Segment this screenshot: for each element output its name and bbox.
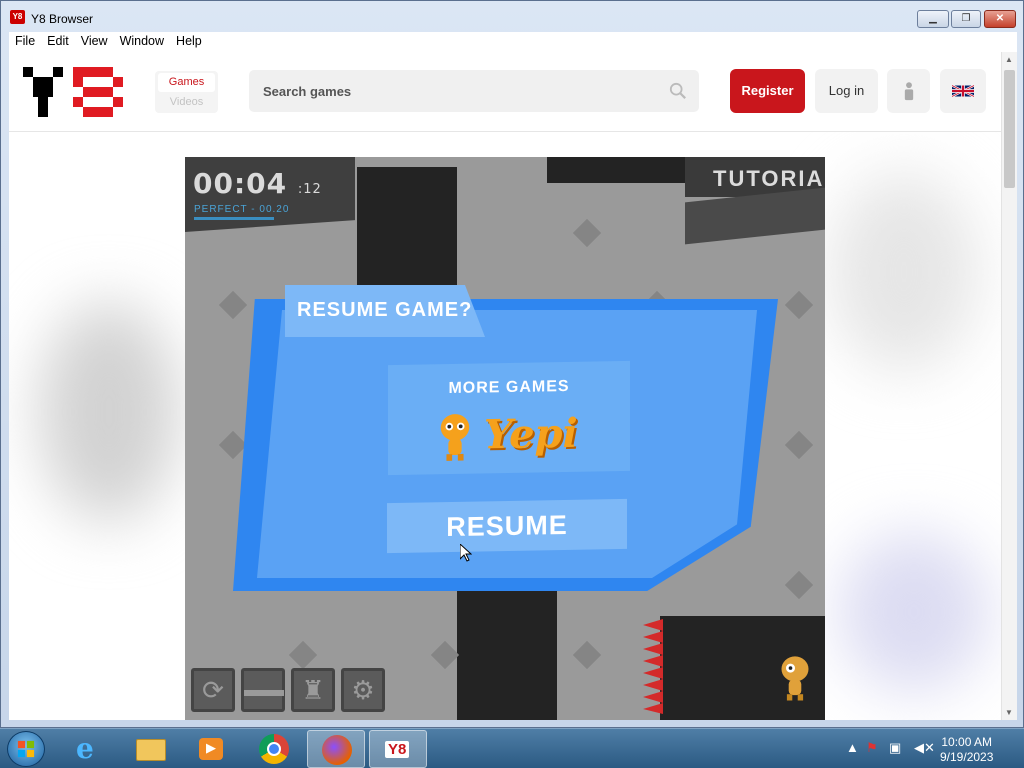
- clock-time: 10:00 AM: [941, 735, 993, 749]
- logo-pixel: [83, 87, 113, 97]
- logo-pixel: [83, 107, 113, 117]
- menu-bar: File Edit View Window Help: [9, 32, 1017, 52]
- start-button[interactable]: [7, 731, 45, 767]
- window-title: Y8 Browser: [31, 12, 94, 26]
- perfect-time: PERFECT - 00.20: [194, 204, 290, 215]
- diamond-decoration: [572, 218, 602, 248]
- clock-date: 9/19/2023: [940, 750, 994, 764]
- y8-browser-icon[interactable]: Y8: [369, 730, 427, 768]
- chrome-icon[interactable]: [245, 730, 303, 768]
- menu-window[interactable]: Window: [114, 32, 170, 50]
- logo-pixel: [33, 87, 43, 97]
- logo-pixel: [73, 97, 83, 107]
- scroll-down-icon[interactable]: ▼: [1005, 708, 1013, 717]
- background-blur-right-bottom: [839, 532, 989, 692]
- menu-edit[interactable]: Edit: [41, 32, 75, 50]
- game-timer: 00:04 :12: [193, 167, 322, 200]
- perfect-progress-bar: [194, 217, 274, 220]
- logo-pixel: [83, 67, 113, 77]
- scroll-up-icon[interactable]: ▲: [1005, 55, 1013, 64]
- diamond-decoration: [784, 570, 814, 600]
- scroll-thumb[interactable]: [1004, 70, 1015, 188]
- more-games-label: MORE GAMES: [448, 377, 570, 398]
- diamond-decoration: [218, 430, 248, 460]
- site-header: Games Videos Search games Register Log i…: [9, 52, 1001, 132]
- maximize-button[interactable]: ❐: [951, 10, 981, 28]
- dialog-title: RESUME GAME?: [297, 299, 473, 321]
- app-icon: Y8: [10, 10, 25, 24]
- diamond-decoration: [288, 640, 318, 670]
- menu-help[interactable]: Help: [170, 32, 208, 50]
- restart-icon[interactable]: ⟳: [191, 668, 235, 712]
- firefox-icon[interactable]: [307, 730, 365, 768]
- trophy-icon[interactable]: ♜: [291, 668, 335, 712]
- nav-videos[interactable]: Videos: [155, 94, 218, 111]
- settings-icon[interactable]: ⚙: [341, 668, 385, 712]
- wall-block: [357, 167, 457, 295]
- yepi-mascot-icon: [440, 414, 470, 461]
- media-player-icon[interactable]: ▶: [182, 730, 240, 768]
- yepi-text: Yepi: [484, 409, 578, 459]
- browser-window: Y8 Y8 Browser ▁ ❐ ✕ File Edit View Window He…: [0, 0, 1024, 728]
- logo-pixel: [43, 87, 53, 97]
- character-mascot-icon: [781, 656, 809, 701]
- logo-pixel: [73, 77, 83, 87]
- login-button[interactable]: Log in: [815, 69, 878, 113]
- close-button[interactable]: ✕: [984, 10, 1016, 28]
- file-explorer-icon[interactable]: [122, 730, 180, 768]
- diamond-decoration: [784, 290, 814, 320]
- game-canvas[interactable]: 00:04 :12 PERFECT - 00.20 TUTORIAL RESUM…: [185, 157, 825, 720]
- nav-games[interactable]: Games: [158, 73, 215, 92]
- more-games-button[interactable]: MORE GAMES Yepi: [388, 360, 630, 476]
- resume-button[interactable]: RESUME: [387, 498, 627, 554]
- logo-pixel: [38, 97, 48, 107]
- logo-pixel: [33, 77, 43, 87]
- dialog-title-tab: RESUME GAME?: [285, 285, 485, 337]
- background-blur-left: [39, 302, 179, 522]
- logo-pixel: [113, 97, 123, 107]
- menu-view[interactable]: View: [75, 32, 114, 50]
- page-content: Games Videos Search games Register Log i…: [9, 52, 1017, 720]
- yepi-logo: Yepi: [436, 407, 586, 470]
- spikes-hazard: [643, 619, 663, 714]
- level-menu-icon[interactable]: ▬▬: [241, 668, 285, 712]
- diamond-decoration: [218, 290, 248, 320]
- system-clock[interactable]: 10:00 AM 9/19/2023: [940, 735, 993, 765]
- search-input[interactable]: Search games: [249, 70, 699, 112]
- windows-logo-icon: [17, 740, 35, 758]
- wall-block: [457, 589, 557, 720]
- show-hidden-icons-icon[interactable]: ▲: [846, 740, 859, 755]
- action-center-flag-icon[interactable]: ⚑: [866, 740, 878, 756]
- background-blur-right-top: [829, 172, 979, 372]
- games-videos-toggle: Games Videos: [155, 71, 218, 113]
- menu-file[interactable]: File: [9, 32, 41, 50]
- internet-explorer-icon[interactable]: e: [60, 730, 118, 768]
- logo-pixel: [43, 77, 53, 87]
- register-button[interactable]: Register: [730, 69, 805, 113]
- uk-flag-icon[interactable]: [940, 69, 986, 113]
- logo-pixel: [113, 77, 123, 87]
- logo-pixel: [23, 67, 33, 77]
- taskbar: e ▶ Y8 ▲ ⚑ ▣ ◀✕ 10:00 AM 9/19/2023: [0, 728, 1024, 768]
- diamond-decoration: [430, 640, 460, 670]
- minimize-button[interactable]: ▁: [917, 10, 949, 28]
- search-icon[interactable]: [669, 82, 687, 100]
- wall-block: [547, 157, 699, 183]
- logo-pixel: [38, 107, 48, 117]
- diamond-decoration: [784, 430, 814, 460]
- vertical-scrollbar[interactable]: ▲ ▼: [1001, 52, 1017, 720]
- search-placeholder: Search games: [263, 84, 352, 99]
- network-icon[interactable]: ▣: [889, 740, 901, 756]
- tutorial-label: TUTORIAL: [713, 166, 825, 191]
- volume-muted-icon[interactable]: ◀✕: [914, 740, 935, 756]
- user-icon[interactable]: [887, 69, 930, 113]
- title-bar[interactable]: Y8 Y8 Browser ▁ ❐ ✕: [1, 1, 1023, 33]
- diamond-decoration: [572, 640, 602, 670]
- logo-pixel: [53, 67, 63, 77]
- mouse-cursor-icon: [460, 544, 472, 562]
